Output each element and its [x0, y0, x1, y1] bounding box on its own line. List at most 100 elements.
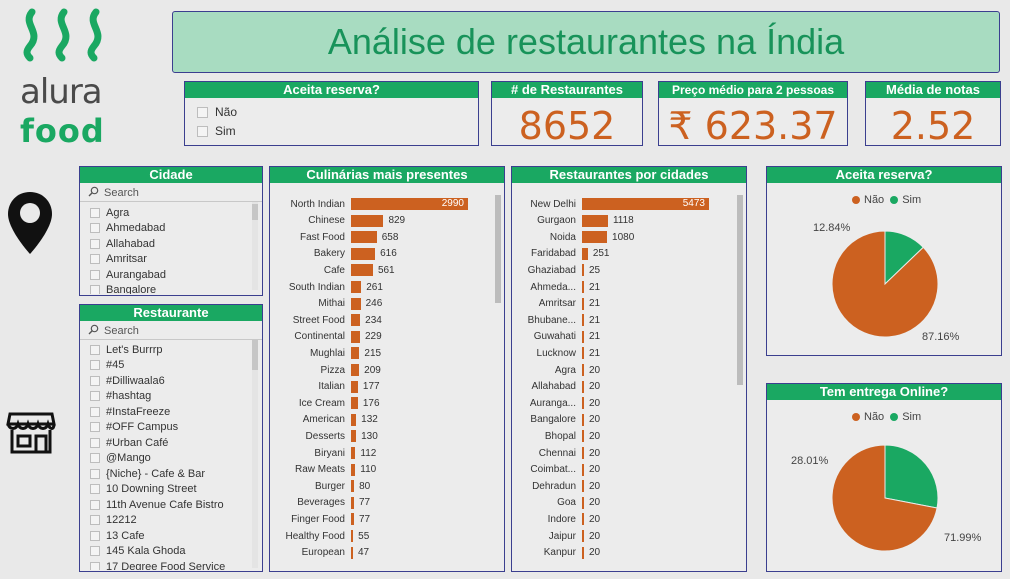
restaurante-item[interactable]: 17 Degree Food Service — [80, 559, 262, 570]
bar-row[interactable]: Fast Food 658 — [270, 229, 398, 245]
checkbox[interactable] — [90, 468, 100, 479]
cidade-item[interactable]: Amritsar — [80, 252, 262, 268]
bar[interactable] — [351, 496, 354, 509]
checkbox[interactable] — [90, 344, 100, 355]
reserva-option-sim[interactable]: Sim — [197, 123, 478, 139]
bar[interactable] — [582, 347, 584, 360]
bar[interactable] — [351, 546, 353, 559]
search-input[interactable]: Search — [104, 187, 139, 199]
bar-row[interactable]: Guwahati 21 — [512, 329, 600, 345]
bar[interactable] — [351, 231, 377, 244]
bar[interactable] — [582, 413, 584, 426]
bar-row[interactable]: Pizza 209 — [270, 362, 381, 378]
bar[interactable]: 2990 — [351, 198, 468, 210]
cidade-item[interactable]: Bangalore — [80, 283, 262, 294]
bar[interactable] — [351, 430, 357, 443]
checkbox[interactable] — [90, 515, 100, 526]
bar[interactable] — [582, 231, 608, 244]
bar-row[interactable]: Ice Cream 176 — [270, 395, 380, 411]
checkbox[interactable] — [90, 269, 100, 280]
bar-row[interactable]: Healthy Food 55 — [270, 528, 369, 544]
restaurante-item[interactable]: #45 — [80, 358, 262, 374]
checkbox[interactable] — [90, 360, 100, 371]
bar-row[interactable]: Beverages 77 — [270, 495, 370, 511]
bar[interactable] — [582, 546, 584, 559]
bar[interactable] — [582, 447, 584, 459]
bar-row[interactable]: Desserts 130 — [270, 428, 378, 444]
bar[interactable] — [351, 297, 361, 310]
cidades-scrollbar[interactable] — [737, 195, 743, 385]
checkbox[interactable] — [90, 406, 100, 417]
bar[interactable] — [582, 430, 584, 443]
bar[interactable] — [351, 397, 358, 410]
bar-row[interactable]: Gurgaon 1118 — [512, 213, 634, 229]
scrollbar[interactable] — [252, 340, 258, 568]
bar-row[interactable]: Kanpur 20 — [512, 545, 600, 561]
restaurante-item[interactable]: Let's Burrrp — [80, 342, 262, 358]
checkbox[interactable] — [90, 561, 100, 570]
bar-row[interactable]: Cafe 561 — [270, 262, 395, 278]
bar[interactable] — [582, 513, 584, 526]
bar[interactable] — [351, 281, 362, 293]
bar[interactable] — [351, 330, 360, 343]
bar[interactable] — [582, 380, 584, 393]
bar[interactable] — [582, 297, 584, 310]
bar-row[interactable]: Chinese 829 — [270, 213, 405, 229]
restaurante-item[interactable]: #Urban Café — [80, 435, 262, 451]
restaurante-item[interactable]: #hashtag — [80, 389, 262, 405]
bar-row[interactable]: Finger Food 77 — [270, 511, 370, 527]
bar[interactable] — [582, 496, 584, 509]
search-input[interactable]: Search — [104, 325, 139, 337]
bar-row[interactable]: Raw Meats 110 — [270, 462, 376, 478]
bar[interactable] — [351, 447, 356, 459]
checkbox[interactable] — [90, 207, 100, 218]
bar[interactable] — [582, 364, 584, 376]
restaurante-item[interactable]: #InstaFreeze — [80, 404, 262, 420]
bar[interactable] — [351, 480, 355, 493]
checkbox[interactable] — [90, 499, 100, 510]
bar-row[interactable]: Indore 20 — [512, 511, 600, 527]
cidade-search[interactable]: Search — [80, 185, 262, 202]
bar[interactable] — [351, 380, 358, 393]
cidade-item[interactable]: Agra — [80, 205, 262, 221]
bar-row[interactable]: Continental 229 — [270, 329, 382, 345]
restaurante-item[interactable]: 13 Cafe — [80, 528, 262, 544]
bar-row[interactable]: Noida 1080 — [512, 229, 634, 245]
bar[interactable] — [351, 413, 357, 426]
bar[interactable] — [351, 264, 373, 277]
bar-row[interactable]: Faridabad 251 — [512, 246, 610, 262]
bar-row[interactable]: South Indian 261 — [270, 279, 383, 295]
bar-row[interactable]: Italian 177 — [270, 379, 380, 395]
bar-row[interactable]: Allahabad 20 — [512, 379, 600, 395]
bar-row[interactable]: Ghaziabad 25 — [512, 262, 600, 278]
restaurante-item[interactable]: 12212 — [80, 513, 262, 529]
bar-row[interactable]: Jaipur 20 — [512, 528, 600, 544]
checkbox[interactable] — [90, 238, 100, 249]
bar-row[interactable]: Biryani 112 — [270, 445, 376, 461]
restaurante-item[interactable]: #Dilliwaala6 — [80, 373, 262, 389]
restaurante-item[interactable]: {Niche} - Cafe & Bar — [80, 466, 262, 482]
checkbox[interactable] — [197, 106, 208, 118]
cidade-item[interactable]: Ahmedabad — [80, 221, 262, 237]
restaurante-item[interactable]: #OFF Campus — [80, 420, 262, 436]
bar[interactable] — [582, 480, 584, 493]
bar-row[interactable]: Mithai 246 — [270, 296, 382, 312]
bar[interactable] — [351, 530, 354, 542]
bar-row[interactable]: Dehradun 20 — [512, 478, 600, 494]
checkbox[interactable] — [90, 484, 100, 495]
pie-slice-sim[interactable] — [884, 444, 939, 509]
checkbox[interactable] — [90, 530, 100, 541]
restaurante-item[interactable]: 10 Downing Street — [80, 482, 262, 498]
bar[interactable] — [582, 463, 584, 476]
checkbox[interactable] — [90, 422, 100, 433]
bar-row[interactable]: Street Food 234 — [270, 312, 382, 328]
checkbox[interactable] — [197, 125, 208, 137]
restaurante-item[interactable]: 145 Kala Ghoda — [80, 544, 262, 560]
culinarias-scrollbar[interactable] — [495, 195, 501, 303]
bar[interactable] — [582, 314, 584, 327]
bar-row[interactable]: Burger 80 — [270, 478, 370, 494]
scrollbar-thumb[interactable] — [252, 340, 258, 370]
bar-row[interactable]: Bhopal 20 — [512, 428, 600, 444]
checkbox[interactable] — [90, 254, 100, 265]
bar[interactable] — [582, 214, 608, 227]
